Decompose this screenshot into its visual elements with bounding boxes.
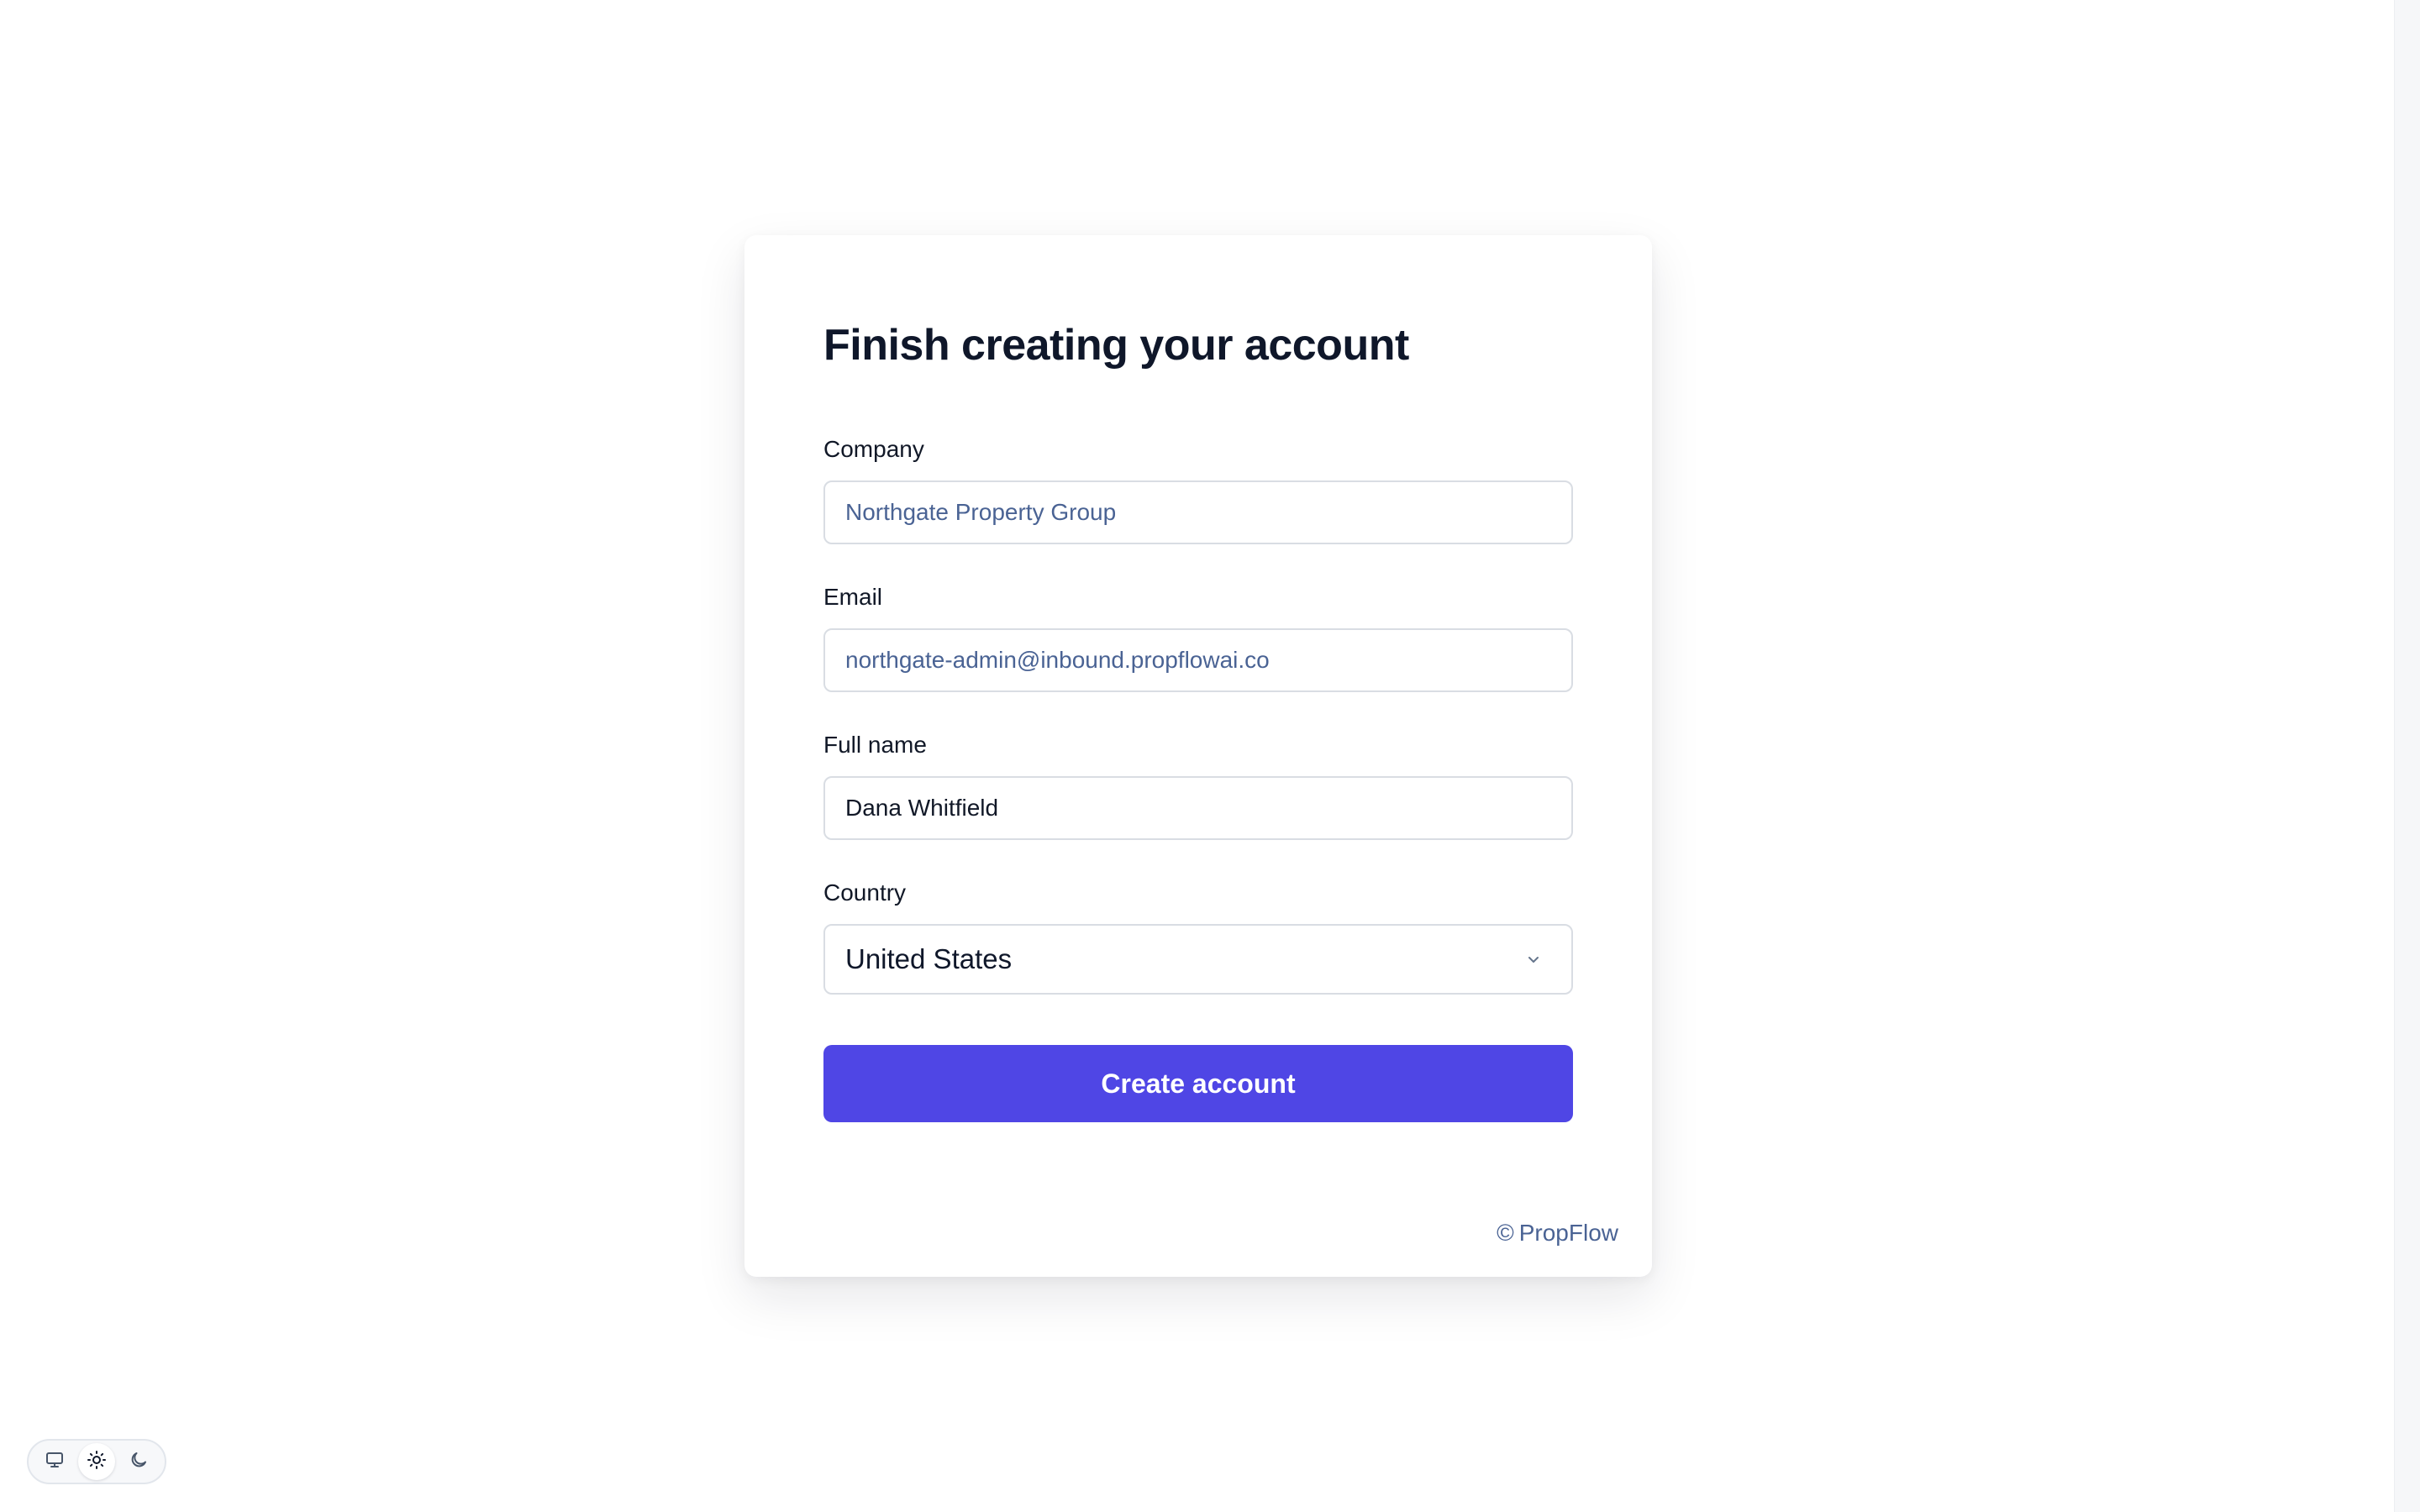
footer-brand: PropFlow [1518,1220,1618,1246]
signup-card: Finish creating your account Company Nor… [744,235,1652,1277]
country-selected-value: United States [845,943,1013,974]
full-name-input[interactable]: Dana Whitfield [823,776,1573,840]
chevron-down-icon [1526,952,1541,967]
scrollbar[interactable] [2394,0,2420,1512]
signup-form: Finish creating your account Company Nor… [823,319,1573,1122]
theme-light-button[interactable] [78,1443,115,1480]
theme-dark-button[interactable] [120,1443,157,1480]
theme-switcher [27,1439,166,1484]
email-label: Email [823,584,883,610]
footer-copyright: © PropFlow [1497,1220,1618,1247]
company-field-group: Company Northgate Property Group [823,433,1573,544]
copyright-symbol: © [1497,1220,1514,1246]
full-name-label: Full name [823,732,927,758]
monitor-icon [45,1450,65,1474]
country-label: Country [823,879,907,906]
theme-system-button[interactable] [36,1443,73,1480]
email-field-group: Email northgate-admin@inbound.propflowai… [823,581,1573,692]
create-account-button[interactable]: Create account [823,1045,1573,1122]
country-select[interactable]: United States [823,924,1573,995]
page-title: Finish creating your account [823,321,1409,370]
submit-row: Create account [823,1045,1573,1122]
country-field-group: Country United States [823,877,1573,995]
company-input[interactable]: Northgate Property Group [823,480,1573,544]
email-input[interactable]: northgate-admin@inbound.propflowai.co [823,628,1573,692]
company-label: Company [823,436,924,462]
moon-icon [129,1450,149,1474]
page: Finish creating your account Company Nor… [0,0,2420,1512]
full-name-field-group: Full name Dana Whitfield [823,729,1573,840]
sun-icon [87,1450,107,1474]
